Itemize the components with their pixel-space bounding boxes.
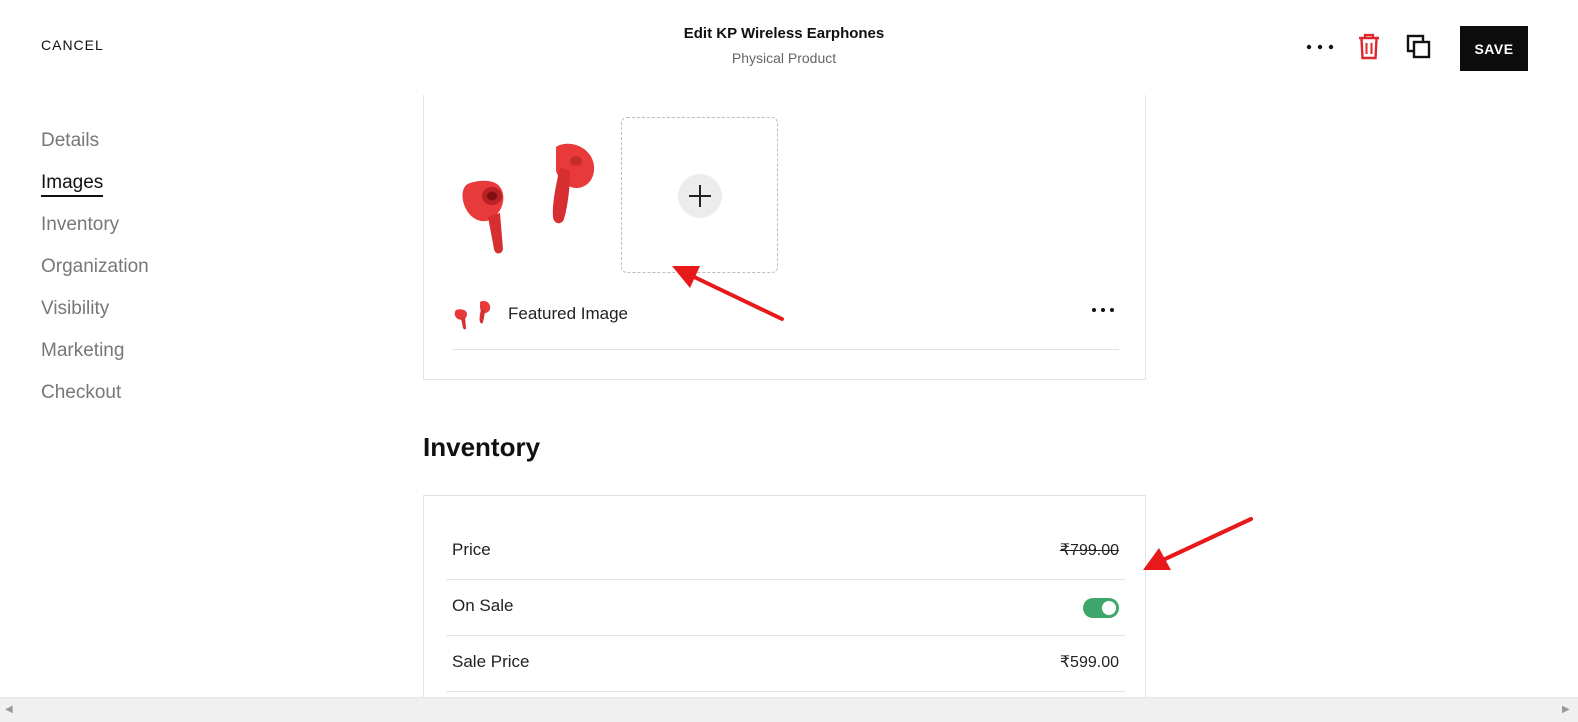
price-label: Price bbox=[452, 539, 491, 559]
add-image-button[interactable] bbox=[621, 117, 778, 273]
images-card: Featured Image bbox=[423, 95, 1146, 380]
plus-icon bbox=[678, 174, 722, 218]
toggle-knob bbox=[1102, 601, 1116, 615]
nav-item-label: Images bbox=[41, 172, 104, 197]
inventory-heading: Inventory bbox=[423, 432, 541, 462]
price-value: ₹799.00 bbox=[1059, 541, 1119, 559]
featured-image-row: Featured Image bbox=[452, 290, 1119, 350]
nav-item-label: Checkout bbox=[41, 382, 122, 403]
save-button[interactable]: SAVE bbox=[1460, 26, 1528, 71]
more-options-icon[interactable] bbox=[1304, 34, 1336, 58]
scroll-left-icon[interactable]: ◀ bbox=[5, 705, 15, 715]
featured-image-thumbnail bbox=[452, 298, 494, 330]
on-sale-label: On Sale bbox=[452, 595, 514, 615]
title-block: Edit KP Wireless Earphones Physical Prod… bbox=[584, 25, 984, 66]
nav-item-details[interactable]: Details bbox=[41, 128, 149, 170]
cancel-button[interactable]: CANCEL bbox=[41, 37, 104, 53]
nav-item-images[interactable]: Images bbox=[41, 170, 149, 212]
nav-item-inventory[interactable]: Inventory bbox=[41, 212, 149, 254]
nav-item-marketing[interactable]: Marketing bbox=[41, 338, 149, 380]
annotation-arrow-icon bbox=[1143, 517, 1253, 570]
on-sale-toggle[interactable] bbox=[1083, 598, 1119, 618]
nav-item-visibility[interactable]: Visibility bbox=[41, 296, 149, 338]
product-image-thumbnail[interactable] bbox=[452, 125, 612, 275]
featured-image-label: Featured Image bbox=[508, 304, 629, 323]
nav-item-checkout[interactable]: Checkout bbox=[41, 380, 149, 422]
featured-more-icon[interactable] bbox=[1089, 300, 1119, 320]
nav-item-label: Marketing bbox=[41, 340, 125, 361]
inventory-card: Price ₹799.00 On Sale Sale Price ₹599.00 bbox=[423, 495, 1146, 705]
sale-price-row[interactable]: Sale Price ₹599.00 bbox=[446, 636, 1125, 692]
page-subtitle: Physical Product bbox=[731, 50, 837, 66]
on-sale-row: On Sale bbox=[446, 580, 1125, 636]
section-nav: Details Images Inventory Organization Vi… bbox=[41, 128, 149, 422]
price-row[interactable]: Price ₹799.00 bbox=[446, 524, 1125, 580]
page-title: Edit KP Wireless Earphones bbox=[683, 25, 885, 42]
sale-price-value: ₹599.00 bbox=[1059, 653, 1119, 671]
nav-item-label: Organization bbox=[41, 256, 149, 277]
nav-item-label: Inventory bbox=[41, 214, 120, 235]
horizontal-scrollbar[interactable]: ◀ ▶ bbox=[0, 697, 1578, 722]
duplicate-icon[interactable] bbox=[1406, 34, 1432, 60]
scroll-right-icon[interactable]: ▶ bbox=[1562, 705, 1572, 715]
top-bar: CANCEL Edit KP Wireless Earphones Physic… bbox=[0, 0, 1578, 95]
trash-icon[interactable] bbox=[1357, 33, 1381, 61]
nav-item-label: Details bbox=[41, 130, 100, 151]
sale-price-label: Sale Price bbox=[452, 651, 530, 671]
nav-item-label: Visibility bbox=[41, 298, 110, 319]
nav-item-organization[interactable]: Organization bbox=[41, 254, 149, 296]
